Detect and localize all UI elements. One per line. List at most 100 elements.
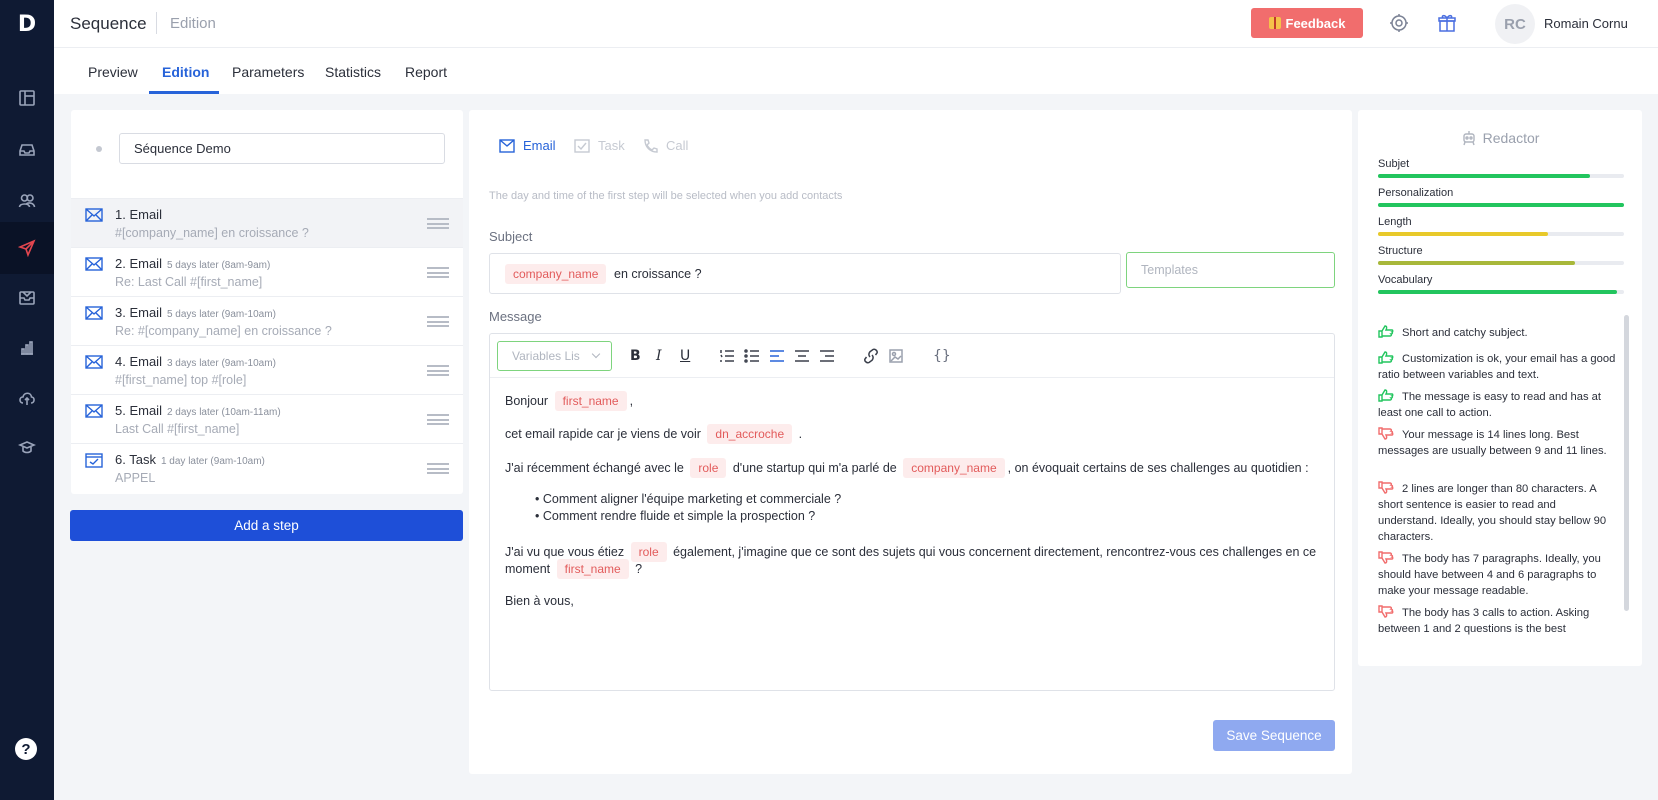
- redactor-feedback-list[interactable]: Short and catchy subject. Customization i…: [1378, 325, 1618, 658]
- step-title: 2. Email: [115, 256, 162, 271]
- thumbs-up-icon: [1378, 389, 1396, 402]
- step-subtitle: Last Call #[first_name]: [115, 422, 240, 436]
- feedback-text: The body has 3 calls to action. Asking b…: [1378, 607, 1590, 635]
- user-avatar[interactable]: RC: [1495, 4, 1535, 44]
- step-item[interactable]: 2. Email 5 days later (8am-9am) Re: Last …: [71, 247, 463, 296]
- variable-chip[interactable]: first_name: [554, 391, 627, 411]
- align-center-icon[interactable]: [794, 348, 810, 364]
- bullet-list-icon[interactable]: [744, 348, 760, 364]
- message-editor[interactable]: Variables Lis B I U {} Bonjour first_nam…: [489, 333, 1335, 691]
- tab-preview[interactable]: Preview: [88, 64, 138, 80]
- envelope-icon: [85, 354, 103, 370]
- message-text: cet email rapide car je viens de voir: [505, 427, 701, 441]
- feedback-text: Customization is ok, your email has a go…: [1378, 353, 1616, 381]
- statistics-nav-icon[interactable]: [0, 322, 54, 374]
- drag-handle-icon[interactable]: [427, 414, 449, 425]
- gift-referral-icon[interactable]: [1437, 13, 1457, 33]
- active-tab-indicator: [149, 91, 219, 94]
- type-email-option[interactable]: Email: [499, 138, 556, 153]
- metric-label: Length: [1378, 216, 1412, 228]
- variable-chip[interactable]: first_name: [556, 559, 629, 579]
- tab-parameters[interactable]: Parameters: [232, 64, 304, 80]
- steps-panel: 1. Email #[company_name] en croissance ?…: [71, 110, 463, 494]
- align-right-icon[interactable]: [819, 348, 835, 364]
- breadcrumb-sequence[interactable]: Sequence: [70, 14, 147, 34]
- message-text: J'ai vu que vous étiez: [505, 545, 625, 559]
- step-item[interactable]: 4. Email 3 days later (9am-10am) #[first_…: [71, 345, 463, 394]
- variable-chip[interactable]: dn_accroche: [707, 424, 793, 444]
- sequences-nav-icon[interactable]: [0, 222, 54, 274]
- save-sequence-button[interactable]: Save Sequence: [1213, 720, 1335, 751]
- message-text: J'ai récemment échangé avec le: [505, 461, 684, 475]
- tab-statistics[interactable]: Statistics: [325, 64, 381, 80]
- variable-chip[interactable]: role: [690, 458, 727, 478]
- app-logo[interactable]: D: [0, 0, 54, 48]
- step-subtitle: #[first_name] top #[role]: [115, 373, 247, 387]
- metric-row: Personalization: [1378, 187, 1624, 207]
- feedback-item: The body has 3 calls to action. Asking b…: [1378, 605, 1618, 637]
- code-braces-button[interactable]: {}: [933, 348, 951, 364]
- step-title: 1. Email: [115, 207, 162, 222]
- top-bar: Sequence Edition Feedback RC Romain Corn…: [54, 0, 1658, 48]
- type-task-option[interactable]: Task: [574, 138, 625, 153]
- underline-button[interactable]: U: [680, 348, 690, 364]
- add-step-button[interactable]: Add a step: [70, 510, 463, 541]
- drag-handle-icon[interactable]: [427, 365, 449, 376]
- feedback-text: The message is easy to read and has at l…: [1378, 391, 1602, 419]
- templates-select[interactable]: Templates: [1126, 252, 1335, 288]
- status-dot: [96, 146, 102, 152]
- step-item[interactable]: 6. Task 1 day later (9am-10am) APPEL: [71, 443, 463, 492]
- sequence-tabs: Preview Edition Parameters Statistics Re…: [54, 48, 1658, 94]
- contacts-nav-icon[interactable]: [0, 174, 54, 226]
- cloud-upload-nav-icon[interactable]: [0, 372, 54, 424]
- feedback-button[interactable]: Feedback: [1251, 8, 1363, 38]
- step-item[interactable]: 5. Email 2 days later (10am-11am) Last Ca…: [71, 394, 463, 443]
- type-call-option[interactable]: Call: [642, 138, 688, 153]
- metric-bar-track: [1378, 232, 1624, 236]
- drag-handle-icon[interactable]: [427, 316, 449, 327]
- feedback-item: Your message is 14 lines long. Best mess…: [1378, 427, 1618, 459]
- drag-handle-icon[interactable]: [427, 218, 449, 229]
- chevron-down-icon: [591, 349, 601, 359]
- bold-button[interactable]: B: [630, 348, 641, 364]
- ordered-list-icon[interactable]: [719, 348, 735, 364]
- sequence-name-input[interactable]: [119, 133, 445, 164]
- academy-nav-icon[interactable]: [0, 422, 54, 474]
- step-item[interactable]: 1. Email #[company_name] en croissance ?: [71, 198, 463, 247]
- variable-chip[interactable]: company_name: [505, 264, 607, 284]
- link-icon[interactable]: [863, 348, 879, 364]
- user-name[interactable]: Romain Cornu: [1544, 16, 1628, 31]
- step-delay: 2 days later (10am-11am): [166, 407, 281, 418]
- align-left-icon[interactable]: [769, 348, 785, 364]
- image-icon[interactable]: [888, 348, 904, 364]
- step-item[interactable]: 3. Email 5 days later (9am-10am) Re: #[co…: [71, 296, 463, 345]
- thumbs-down-icon: [1378, 605, 1396, 618]
- thumbs-up-icon: [1378, 351, 1396, 364]
- feedback-text: The body has 7 paragraphs. Ideally, you …: [1378, 553, 1601, 597]
- drag-handle-icon[interactable]: [427, 463, 449, 474]
- feedback-text: 2 lines are longer than 80 characters. A…: [1378, 483, 1607, 543]
- mail-nav-icon[interactable]: [0, 272, 54, 324]
- metric-label: Personalization: [1378, 187, 1454, 199]
- tab-report[interactable]: Report: [405, 64, 447, 80]
- drag-handle-icon[interactable]: [427, 267, 449, 278]
- subject-label: Subject: [489, 229, 533, 244]
- tab-edition[interactable]: Edition: [162, 64, 209, 80]
- help-icon[interactable]: ?: [15, 738, 37, 760]
- metric-bar-track: [1378, 261, 1624, 265]
- inbox-nav-icon[interactable]: [0, 124, 54, 176]
- variables-list-select[interactable]: Variables Lis: [497, 341, 612, 371]
- type-call-label: Call: [666, 138, 689, 153]
- italic-button[interactable]: I: [656, 348, 662, 364]
- envelope-icon: [85, 403, 103, 419]
- message-text: .: [798, 427, 803, 441]
- settings-gear-icon[interactable]: [1389, 13, 1409, 33]
- variable-chip[interactable]: company_name: [903, 458, 1005, 478]
- metric-bar-track: [1378, 174, 1624, 178]
- metric-row: Subjet: [1378, 158, 1624, 178]
- step-title: 4. Email: [115, 354, 162, 369]
- dashboard-nav-icon[interactable]: [0, 72, 54, 124]
- step-delay: 3 days later (9am-10am): [166, 358, 276, 369]
- feedback-scrollbar[interactable]: [1624, 315, 1629, 611]
- subject-input[interactable]: company_name en croissance ?: [489, 253, 1121, 294]
